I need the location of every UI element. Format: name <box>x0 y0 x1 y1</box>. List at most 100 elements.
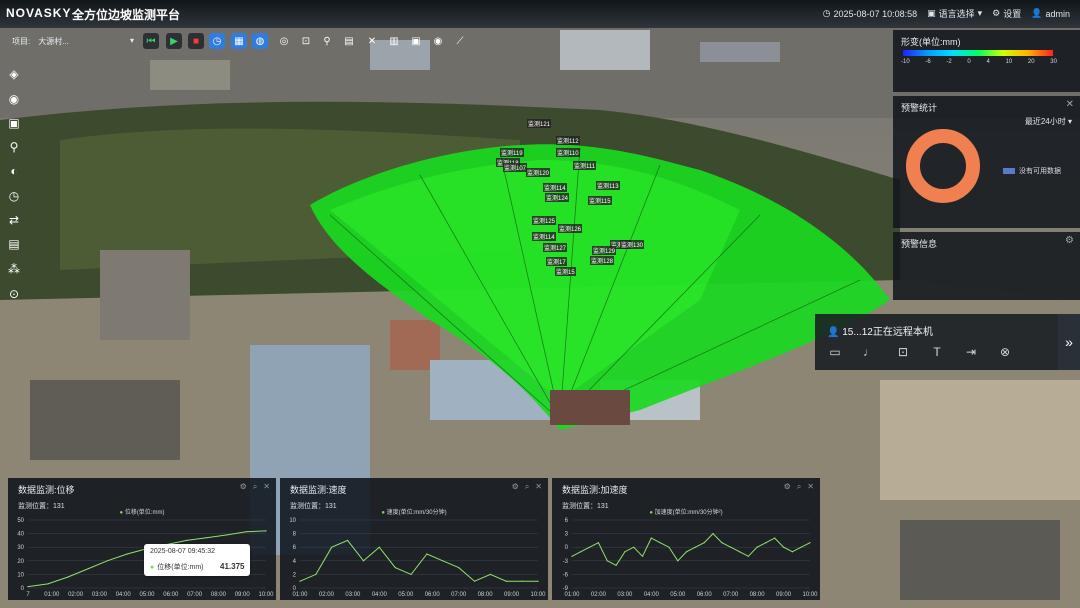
table-icon[interactable]: ▤ <box>341 33 357 49</box>
scale-tick: 30 <box>1050 59 1057 65</box>
alarm-icon[interactable]: ◷ <box>5 187 23 205</box>
x-tick-label: 10:00 <box>802 592 818 598</box>
monitor-point-label[interactable]: 监测126 <box>558 224 583 233</box>
chat-icon[interactable]: ▭ <box>825 342 845 362</box>
x-tick-label: 04:00 <box>116 592 132 598</box>
microphone-icon[interactable]: ♩ <box>859 342 879 362</box>
monitor-point-label[interactable]: 监测115 <box>588 196 612 205</box>
project-value: 大源村... <box>38 36 69 46</box>
x-tick-label: 07:00 <box>451 592 467 598</box>
settings-button[interactable]: ⚙ 设置 <box>992 7 1021 20</box>
y-tick-label: 30 <box>17 545 24 551</box>
user-menu[interactable]: 👤 admin <box>1031 8 1070 19</box>
data-point <box>47 583 49 585</box>
project-select[interactable]: 项目: 大源村... ▾ <box>12 33 134 49</box>
target-icon[interactable]: ⊙ <box>5 285 23 303</box>
monitor-point-label[interactable]: 监测17 <box>546 257 567 266</box>
x-tick-label: 09:00 <box>776 592 792 598</box>
map-pin-icon[interactable]: ⚲ <box>5 138 23 156</box>
top-bar: NOVASKY 全方位边坡监测平台 ◷ 2025-08-07 10:08:58 ▣… <box>0 0 1080 28</box>
monitor-point-label[interactable]: 监测110 <box>556 148 580 157</box>
wifi-icon[interactable]: ◉ <box>5 90 23 108</box>
layers-icon[interactable]: ◈ <box>5 65 23 83</box>
acceleration-chart[interactable]: -9-6-303601:00 02:00 03:00 04:00 05:00 06:00 0… <box>552 478 820 600</box>
data-point <box>597 542 600 544</box>
shuffle-icon[interactable]: ⇄ <box>5 211 23 229</box>
y-tick-label: 6 <box>565 518 569 524</box>
clock-icon[interactable]: ◷ <box>209 33 225 49</box>
pin-icon[interactable]: ⚲ <box>319 33 335 49</box>
period-select[interactable]: 最近24小时 ▾ <box>1025 116 1072 127</box>
data-point <box>800 546 802 548</box>
measure-icon[interactable]: ⟋ <box>452 33 468 49</box>
monitor-point-label[interactable]: 监测124 <box>545 193 570 202</box>
monitor-point-label[interactable]: 监测119 <box>500 148 524 157</box>
x-tick-label: 01:00 <box>292 592 308 598</box>
file-transfer-icon[interactable]: ⇥ <box>961 342 981 362</box>
remote-status: 👤 15...12正在远程本机 <box>827 323 933 338</box>
image-icon[interactable]: ▣ <box>5 114 23 132</box>
eye-icon[interactable]: ◉ <box>430 33 446 49</box>
displacement-chart[interactable]: 0 10 20 30 40 50 7 01:00 02:00 03:00 04:00 05:00 06:… <box>8 478 276 600</box>
monitor-point-label[interactable]: 监测114 <box>543 183 567 192</box>
play-icon[interactable]: ▶ <box>166 33 182 49</box>
monitor-point-label[interactable]: 监测125 <box>532 216 557 225</box>
stop-icon[interactable]: ■ <box>188 33 204 49</box>
tooltip-value: 41.375 <box>220 562 245 571</box>
y-tick-label: 40 <box>17 532 24 538</box>
scale-tick: -10 <box>901 59 910 65</box>
monitor-point-label[interactable]: 监测111 <box>573 161 597 170</box>
close-icon[interactable]: ✕ <box>1066 99 1074 110</box>
monitor-point-label[interactable]: 监测120 <box>526 168 551 177</box>
monitor-point-label[interactable]: 监测15 <box>555 267 576 276</box>
screen-share-icon[interactable]: ⊡ <box>893 342 913 362</box>
monitor-point-label[interactable]: 监测113 <box>596 181 620 190</box>
layout-icon[interactable]: ▣ <box>408 33 424 49</box>
monitor-point-label[interactable]: 监测112 <box>556 136 580 145</box>
warning-stats-title: 预警统计 <box>901 103 938 113</box>
document-icon[interactable]: ▤ <box>5 235 23 253</box>
data-point <box>245 531 247 533</box>
velocity-chart-panel: 数据监测:速度 ⚙ ⌕ ✕ 监测位置：131 ● 速度(单位:mm/30分钟) 02… <box>280 478 548 600</box>
tools-icon[interactable]: ✕ <box>364 33 380 49</box>
language-select[interactable]: ▣ 语言选择 ▾ <box>927 7 982 20</box>
palette-icon[interactable]: ◐ <box>5 162 23 180</box>
deformation-legend-panel: 形变(单位:mm) -10 -6 -2 0 4 10 20 30 <box>893 30 1080 92</box>
data-point <box>489 573 491 575</box>
data-point <box>615 564 617 566</box>
x-tick-label: 09:00 <box>504 592 520 598</box>
monitor-point-label[interactable]: 监测121 <box>527 119 552 128</box>
y-tick-label: 10 <box>289 518 296 524</box>
x-tick-label: 08:00 <box>750 592 766 598</box>
velocity-chart[interactable]: 024681001:00 02:00 03:00 04:00 05:00 06:00 07:… <box>280 478 548 600</box>
building-icon[interactable]: ▥ <box>386 33 402 49</box>
expand-button[interactable]: » <box>1058 314 1080 370</box>
data-point <box>589 546 591 548</box>
back-icon[interactable]: ⏮ <box>143 33 159 49</box>
warning-donut-chart <box>906 129 980 203</box>
clusters-icon[interactable]: ⁂ <box>5 260 23 278</box>
monitor-point-label[interactable]: 监测107 <box>503 163 528 172</box>
text-icon[interactable]: T <box>927 342 947 362</box>
deformation-title: 形变(单位:mm) <box>901 37 961 47</box>
monitor-point-label[interactable]: 监测129 <box>592 246 617 255</box>
gear-icon[interactable]: ⚙ <box>1065 235 1074 246</box>
data-point <box>677 560 679 562</box>
data-point <box>442 560 444 562</box>
monitor-point-label[interactable]: 监测127 <box>543 243 568 252</box>
monitor-point-label[interactable]: 监测128 <box>590 256 615 265</box>
data-point <box>765 542 767 544</box>
y-tick-label: 10 <box>17 572 24 578</box>
target-icon[interactable]: ◎ <box>276 33 292 49</box>
image-icon[interactable]: ▦ <box>231 33 247 49</box>
x-tick-label: 03:00 <box>345 592 361 598</box>
data-point <box>205 537 208 539</box>
monitor-point-label[interactable]: 监测114 <box>532 232 556 241</box>
project-label: 项目: <box>12 36 31 46</box>
y-tick-label: 2 <box>293 572 297 578</box>
focus-icon[interactable]: ⊡ <box>298 33 314 49</box>
grid-icon[interactable]: ◍ <box>252 33 268 49</box>
datetime: ◷ 2025-08-07 10:08:58 <box>823 8 917 19</box>
disconnect-icon[interactable]: ⊗ <box>995 342 1015 362</box>
monitor-point-label[interactable]: 监测130 <box>620 240 645 249</box>
